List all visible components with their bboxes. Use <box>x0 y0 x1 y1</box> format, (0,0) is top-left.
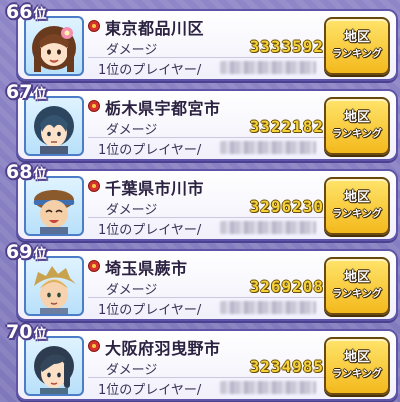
top-player-label: 1位のプレイヤー/ <box>98 143 202 158</box>
damage-line: ダメージ 3269208 <box>88 277 324 298</box>
top-player-line: 1位のプレイヤー/ <box>88 219 324 238</box>
ranking-card: 千葉県市川市 ダメージ 3296230 1位のプレイヤー/ 地区 ランキング <box>16 169 398 241</box>
blurred-player-name <box>220 301 316 314</box>
button-label-line2: ランキング <box>332 129 382 140</box>
prefecture-name: 千葉県市川市 <box>105 179 205 198</box>
button-label-line2: ランキング <box>332 209 382 220</box>
region-ranking-button[interactable]: 地区 ランキング <box>324 177 390 235</box>
damage-value: 3234985 <box>249 357 324 376</box>
button-label-line1: 地区 <box>343 190 370 205</box>
button-label-line2: ランキング <box>332 49 382 60</box>
top-player-label: 1位のプレイヤー/ <box>98 223 202 238</box>
rank-number: 67位 <box>6 81 46 103</box>
region-ranking-button[interactable]: 地区 ランキング <box>324 337 390 395</box>
top-player-line: 1位のプレイヤー/ <box>88 299 324 318</box>
ranking-row: 69位 埼玉県蕨市 ダメージ 3269208 1位のプレイヤー/ 地区 ランキン… <box>6 241 398 321</box>
damage-line: ダメージ 3322182 <box>88 117 324 138</box>
ranking-card: 東京都品川区 ダメージ 3333592 1位のプレイヤー/ 地区 ランキング <box>16 9 398 81</box>
top-player-line: 1位のプレイヤー/ <box>88 379 324 398</box>
player-avatar <box>24 96 84 156</box>
damage-label: ダメージ <box>106 43 158 58</box>
rank-value: 70 <box>6 321 33 343</box>
prefecture-line: 埼玉県蕨市 <box>88 257 188 278</box>
button-label-line1: 地区 <box>343 30 370 45</box>
ranking-card: 埼玉県蕨市 ダメージ 3269208 1位のプレイヤー/ 地区 ランキング <box>16 249 398 321</box>
damage-value: 3269208 <box>249 277 324 296</box>
rank-number: 70位 <box>6 321 46 343</box>
player-avatar <box>24 176 84 236</box>
top-player-line: 1位のプレイヤー/ <box>88 59 324 78</box>
blurred-player-name <box>220 381 316 394</box>
blurred-player-name <box>220 61 316 74</box>
region-ranking-button[interactable]: 地区 ランキング <box>324 17 390 75</box>
medal-icon <box>88 180 100 194</box>
button-label-line2: ランキング <box>332 289 382 300</box>
top-player-label: 1位のプレイヤー/ <box>98 303 202 318</box>
avatar-girl-icon <box>32 26 76 72</box>
prefecture-name: 大阪府羽曳野市 <box>105 339 221 358</box>
blurred-player-name <box>220 221 316 234</box>
damage-label: ダメージ <box>106 123 158 138</box>
prefecture-name: 東京都品川区 <box>105 19 205 38</box>
player-avatar <box>24 16 84 76</box>
button-label-line2: ランキング <box>332 369 382 380</box>
prefecture-line: 千葉県市川市 <box>88 177 205 198</box>
ranking-row: 70位 大阪府羽曳野市 ダメージ 3234985 1位のプレイヤー/ 地区 ラン… <box>6 321 398 401</box>
medal-icon <box>88 20 100 34</box>
damage-label: ダメージ <box>106 363 158 378</box>
damage-value: 3333592 <box>249 37 324 56</box>
rank-number: 68位 <box>6 161 46 183</box>
rank-number: 69位 <box>6 241 46 263</box>
rank-number: 66位 <box>6 1 46 23</box>
medal-icon <box>88 100 100 114</box>
button-label-line1: 地区 <box>343 110 370 125</box>
damage-line: ダメージ 3234985 <box>88 357 324 378</box>
avatar-boy-icon <box>32 190 76 234</box>
region-ranking-button[interactable]: 地区 ランキング <box>324 97 390 155</box>
rank-value: 67 <box>6 81 33 103</box>
prefecture-line: 栃木県宇都宮市 <box>88 97 221 118</box>
button-label-line1: 地区 <box>343 350 370 365</box>
region-ranking-button[interactable]: 地区 ランキング <box>324 257 390 315</box>
avatar-boy-icon <box>34 106 74 154</box>
top-player-label: 1位のプレイヤー/ <box>98 383 202 398</box>
rank-value: 66 <box>6 1 33 23</box>
ranking-card: 栃木県宇都宮市 ダメージ 3322182 1位のプレイヤー/ 地区 ランキング <box>16 89 398 161</box>
avatar-girl-icon <box>34 346 74 394</box>
medal-icon <box>88 260 100 274</box>
damage-value: 3296230 <box>249 197 324 216</box>
prefecture-name: 栃木県宇都宮市 <box>105 99 221 118</box>
region-ranking-list: 66位 東京都品川区 ダメージ 3333592 1位のプレイヤー/ 地区 ランキ… <box>0 0 400 402</box>
damage-label: ダメージ <box>106 283 158 298</box>
damage-value: 3322182 <box>249 117 324 136</box>
ranking-card: 大阪府羽曳野市 ダメージ 3234985 1位のプレイヤー/ 地区 ランキング <box>16 329 398 401</box>
damage-line: ダメージ 3296230 <box>88 197 324 218</box>
rank-suffix: 位 <box>33 327 47 342</box>
rank-value: 68 <box>6 161 33 183</box>
button-label-line1: 地区 <box>343 270 370 285</box>
damage-label: ダメージ <box>106 203 158 218</box>
avatar-boy-icon <box>34 266 76 314</box>
player-avatar <box>24 336 84 396</box>
medal-icon <box>88 340 100 354</box>
top-player-line: 1位のプレイヤー/ <box>88 139 324 158</box>
player-avatar <box>24 256 84 316</box>
rank-value: 69 <box>6 241 33 263</box>
ranking-row: 68位 千葉県市川市 ダメージ 3296230 1位のプレイヤー/ 地区 ランキ… <box>6 161 398 241</box>
prefecture-name: 埼玉県蕨市 <box>105 259 188 278</box>
rank-suffix: 位 <box>33 167 47 182</box>
prefecture-line: 東京都品川区 <box>88 17 205 38</box>
prefecture-line: 大阪府羽曳野市 <box>88 337 221 358</box>
rank-suffix: 位 <box>33 7 47 22</box>
ranking-row: 66位 東京都品川区 ダメージ 3333592 1位のプレイヤー/ 地区 ランキ… <box>6 1 398 81</box>
rank-suffix: 位 <box>33 87 47 102</box>
blurred-player-name <box>220 141 316 154</box>
rank-suffix: 位 <box>33 247 47 262</box>
ranking-row: 67位 栃木県宇都宮市 ダメージ 3322182 1位のプレイヤー/ 地区 ラン… <box>6 81 398 161</box>
damage-line: ダメージ 3333592 <box>88 37 324 58</box>
top-player-label: 1位のプレイヤー/ <box>98 63 202 78</box>
